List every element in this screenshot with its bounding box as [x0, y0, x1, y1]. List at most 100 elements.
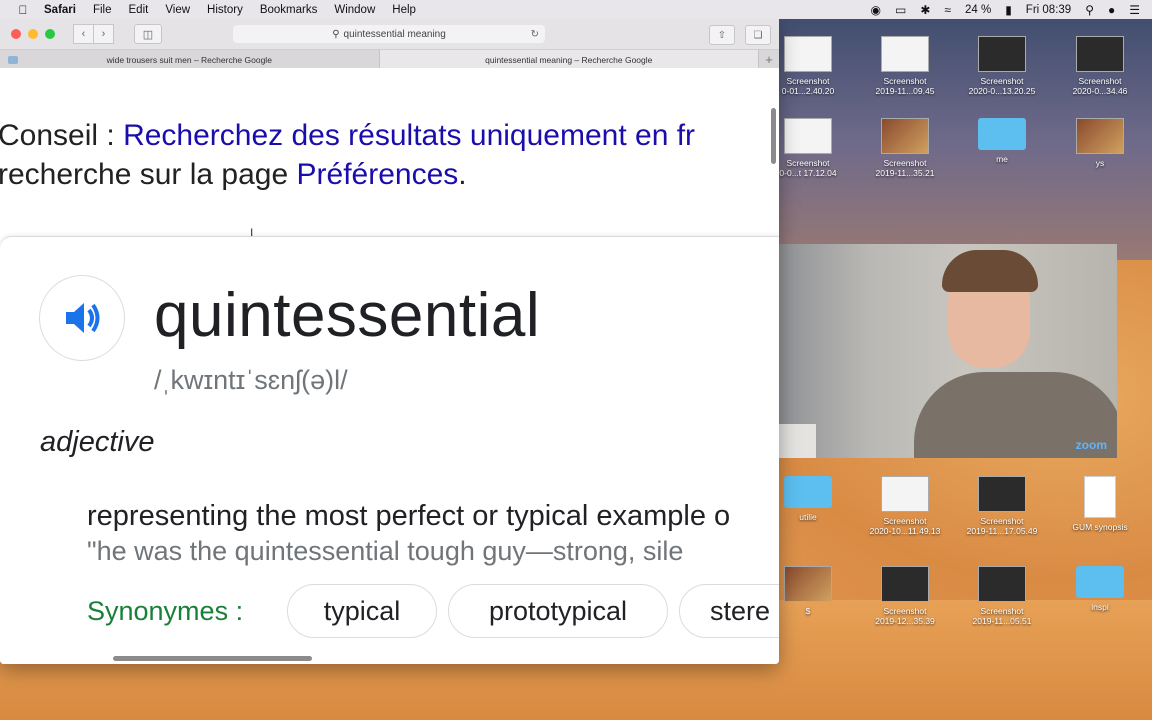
notification-center-icon[interactable]: ☰ — [1129, 3, 1140, 17]
close-window-button[interactable] — [11, 29, 21, 39]
desktop-icon[interactable]: me — [954, 118, 1050, 164]
tip-text: Conseil : Recherchez des résultats uniqu… — [0, 116, 695, 194]
spotlight-search-icon[interactable]: ⚲ — [1085, 3, 1094, 17]
back-arrow-icon[interactable]: ‹ — [73, 24, 94, 44]
siri-icon[interactable]: ● — [1108, 3, 1115, 17]
forward-arrow-icon[interactable]: › — [94, 24, 114, 44]
tip-line2-suffix: . — [458, 158, 467, 191]
tab-label: wide trousers suit men – Recherche Googl… — [106, 54, 272, 65]
tip-prefix: Conseil : — [0, 119, 124, 152]
pronunciation-speaker-button[interactable] — [39, 275, 125, 361]
tip-line2-prefix: recherche sur la page — [0, 158, 297, 191]
phonetic-spelling: /ˌkwɪntɪˈsɛnʃ(ə)l/ — [154, 365, 348, 395]
address-bar-text: quintessential meaning — [343, 28, 446, 40]
desktop-icon-label: Screenshot 2019-11...35.21 — [875, 158, 935, 178]
menu-view[interactable]: View — [165, 4, 190, 16]
page-content: Conseil : Recherchez des résultats uniqu… — [0, 68, 779, 664]
browser-toolbar: ‹ › ◫ ⚲ quintessential meaning ↻ ⇧ ❏ — [0, 19, 779, 50]
synonyms-label: Synonymes : — [87, 596, 244, 626]
video-person-hair — [942, 250, 1038, 292]
vertical-scrollbar[interactable] — [771, 108, 776, 164]
tip-language-link[interactable]: Recherchez des résultats uniquement en f… — [123, 119, 695, 152]
address-bar[interactable]: ⚲ quintessential meaning ↻ — [233, 25, 545, 43]
desktop-icon[interactable]: GUM synopsis — [1052, 476, 1148, 532]
menu-app-safari[interactable]: Safari — [44, 4, 76, 16]
battery-percentage[interactable]: 24 % — [965, 4, 991, 16]
desktop-icon-label: Screenshot 2020-0...34.46 — [1072, 76, 1128, 96]
airplay-icon[interactable]: ▭ — [895, 3, 906, 17]
synonym-chip[interactable]: prototypical — [448, 584, 668, 638]
file-thumbnail — [1076, 36, 1124, 72]
preferences-link[interactable]: Préférences — [297, 158, 459, 191]
desktop-icon-label: Screenshot 2020-10...11.49.13 — [869, 516, 941, 536]
apple-menu-icon[interactable]:  — [16, 3, 30, 17]
reload-icon[interactable]: ↻ — [531, 29, 539, 40]
sidebar-toggle-icon[interactable]: ◫ — [134, 24, 162, 44]
part-of-speech: adjective — [40, 426, 155, 458]
menu-bar:  Safari File Edit View History Bookmark… — [0, 0, 1152, 19]
file-thumbnail — [978, 476, 1026, 512]
clock[interactable]: Fri 08:39 — [1026, 4, 1071, 16]
desktop-icon-label: GUM synopsis — [1072, 522, 1128, 532]
tab-favicon-icon — [8, 55, 18, 64]
desktop-icon[interactable]: Screenshot 2019-11...35.21 — [857, 118, 953, 178]
file-thumbnail — [978, 566, 1026, 602]
menu-edit[interactable]: Edit — [129, 4, 149, 16]
desktop-icon[interactable]: Screenshot 2020-0...13.20.25 — [954, 36, 1050, 96]
synonym-chip[interactable]: stere — [679, 584, 779, 638]
tab-quintessential[interactable]: quintessential meaning – Recherche Googl… — [378, 50, 758, 69]
share-icon[interactable]: ⇧ — [709, 25, 735, 45]
menu-history[interactable]: History — [207, 4, 243, 16]
desktop-icon-label: Screenshot 2019-11...05.51 — [972, 606, 1032, 626]
file-thumbnail — [784, 566, 832, 602]
file-thumbnail — [1076, 118, 1124, 154]
menu-help[interactable]: Help — [392, 4, 416, 16]
tab-label: quintessential meaning – Recherche Googl… — [485, 54, 653, 65]
menu-bookmarks[interactable]: Bookmarks — [260, 4, 318, 16]
document-icon — [1084, 476, 1116, 518]
zoom-video-window[interactable]: zoom — [736, 244, 1117, 458]
fullscreen-window-button[interactable] — [45, 29, 55, 39]
desktop-icon[interactable]: Screenshot 2019-11...09.45 — [857, 36, 953, 96]
file-thumbnail — [881, 566, 929, 602]
new-tab-icon[interactable]: + — [758, 50, 779, 69]
record-icon[interactable]: ◉ — [870, 3, 880, 17]
safari-window: ‹ › ◫ ⚲ quintessential meaning ↻ ⇧ ❏ wid… — [0, 19, 779, 664]
desktop-icon-label: Screenshot 2020-0...13.20.25 — [968, 76, 1036, 96]
folder-icon — [784, 476, 832, 508]
folder-icon — [1076, 566, 1124, 598]
desktop-icon[interactable]: Screenshot 2019-11...17.05.49 — [954, 476, 1050, 536]
wifi-icon[interactable]: ≈ — [944, 3, 951, 17]
speaker-icon — [66, 303, 100, 333]
horizontal-scrollbar[interactable] — [113, 656, 312, 661]
dictionary-word: quintessential — [154, 281, 541, 350]
desktop-icon[interactable]: inspi — [1052, 566, 1148, 612]
bluetooth-icon[interactable]: ✱ — [920, 3, 930, 17]
desktop-icon[interactable]: Screenshot 2019-11...05.51 — [954, 566, 1050, 626]
example-sentence: "he was the quintessential tough guy—str… — [87, 536, 684, 566]
desktop-icon-label: Screenshot 2019-11...09.45 — [875, 76, 935, 96]
file-thumbnail — [784, 118, 832, 154]
desktop-icon[interactable]: Screenshot 2020-0...34.46 — [1052, 36, 1148, 96]
desktop-icon-label: Screenshot 2019-12...35.39 — [875, 606, 935, 626]
desktop-icon[interactable]: Screenshot 2020-10...11.49.13 — [857, 476, 953, 536]
file-thumbnail — [881, 118, 929, 154]
menu-file[interactable]: File — [93, 4, 112, 16]
desktop-icon[interactable]: ys — [1052, 118, 1148, 168]
search-icon: ⚲ — [332, 28, 340, 40]
folder-icon — [978, 118, 1026, 150]
window-controls — [11, 29, 55, 39]
file-thumbnail — [881, 36, 929, 72]
tab-overview-icon[interactable]: ❏ — [745, 25, 771, 45]
menu-window[interactable]: Window — [334, 4, 375, 16]
desktop-icon-label: ys — [1095, 158, 1105, 168]
desktop-icon-label: Screenshot 2019-11...17.05.49 — [966, 516, 1038, 536]
minimize-window-button[interactable] — [28, 29, 38, 39]
desktop-icon[interactable]: Screenshot 2019-12...35.39 — [857, 566, 953, 626]
file-thumbnail — [881, 476, 929, 512]
tab-wide-trousers[interactable]: wide trousers suit men – Recherche Googl… — [0, 50, 379, 69]
battery-icon[interactable]: ▮ — [1005, 3, 1012, 17]
definition-text: representing the most perfect or typical… — [87, 500, 731, 532]
zoom-logo: zoom — [1075, 438, 1107, 452]
synonym-chip[interactable]: typical — [287, 584, 437, 638]
